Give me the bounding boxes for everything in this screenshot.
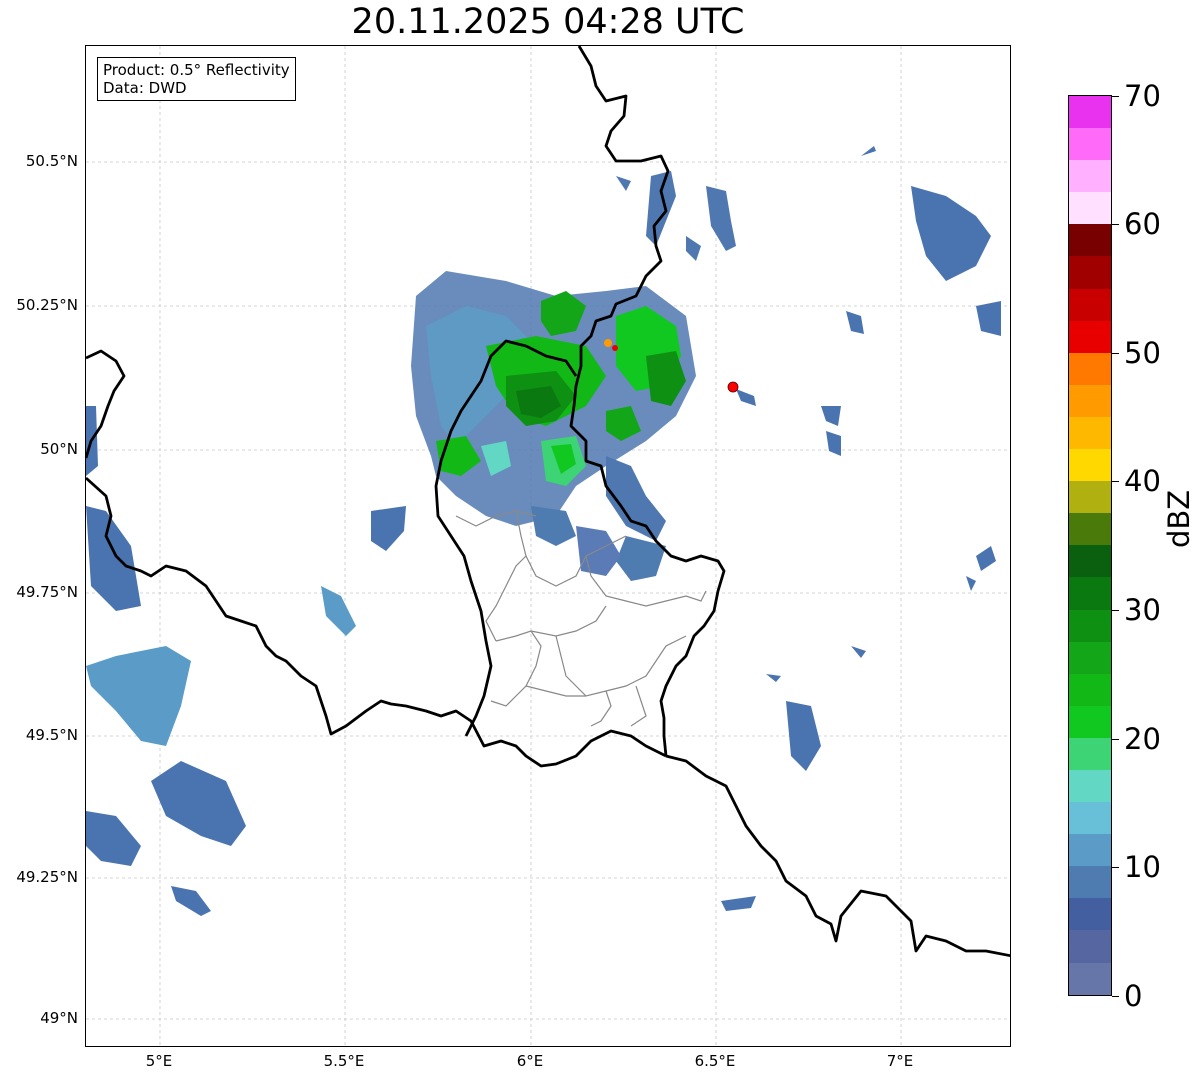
colorbar-tick bbox=[1112, 610, 1119, 611]
colorbar-segment bbox=[1069, 705, 1111, 738]
product-info-box: Product: 0.5° Reflectivity Data: DWD bbox=[97, 57, 296, 101]
colorbar-segment bbox=[1069, 128, 1111, 161]
colorbar-segment bbox=[1069, 930, 1111, 963]
colorbar-segment bbox=[1069, 673, 1111, 706]
x-tick-label: 6.5°E bbox=[694, 1052, 736, 1070]
colorbar-segment bbox=[1069, 416, 1111, 450]
y-tick-label: 49.75°N bbox=[16, 583, 78, 601]
colorbar-segment bbox=[1069, 577, 1111, 610]
colorbar-segment bbox=[1069, 224, 1111, 257]
colorbar-segment bbox=[1069, 192, 1111, 225]
colorbar-segment bbox=[1069, 962, 1111, 995]
x-tick-label: 5°E bbox=[145, 1052, 173, 1070]
colorbar-tick bbox=[1112, 224, 1119, 225]
colorbar-segment bbox=[1069, 737, 1111, 770]
colorbar-segment bbox=[1069, 834, 1111, 867]
colorbar-tick bbox=[1112, 739, 1119, 740]
radar-site-marker bbox=[727, 381, 739, 393]
map-canvas bbox=[86, 46, 1010, 1046]
colorbar-tick-label: 30 bbox=[1124, 593, 1161, 627]
echo-north bbox=[616, 171, 736, 261]
colorbar-tick-label: 20 bbox=[1124, 722, 1161, 756]
colorbar-tick-label: 0 bbox=[1124, 979, 1143, 1013]
y-tick-label: 50.5°N bbox=[25, 152, 78, 170]
map-title: 20.11.2025 04:28 UTC bbox=[351, 2, 745, 42]
colorbar-tick-label: 10 bbox=[1124, 850, 1161, 884]
colorbar-segment bbox=[1069, 513, 1111, 546]
echo-east bbox=[721, 146, 1001, 911]
colorbar-segment bbox=[1069, 320, 1111, 353]
colorbar-segment bbox=[1069, 256, 1111, 289]
colorbar-segment bbox=[1069, 384, 1111, 417]
y-tick-label: 49°N bbox=[40, 1009, 78, 1027]
colorbar-segment bbox=[1069, 866, 1111, 899]
colorbar-tick bbox=[1112, 481, 1119, 482]
colorbar-segment bbox=[1069, 352, 1111, 385]
colorbar-segment bbox=[1069, 288, 1111, 321]
colorbar-tick-label: 50 bbox=[1124, 336, 1161, 370]
colorbar-segment bbox=[1069, 160, 1111, 193]
colorbar-tick bbox=[1112, 996, 1119, 997]
radar-echoes bbox=[86, 146, 1001, 916]
echo-west bbox=[86, 406, 406, 916]
colorbar-segment bbox=[1069, 481, 1111, 514]
y-tick-label: 50.25°N bbox=[16, 296, 78, 314]
colorbar-segment bbox=[1069, 898, 1111, 931]
radar-map[interactable] bbox=[85, 45, 1011, 1047]
colorbar-segment bbox=[1069, 449, 1111, 482]
colorbar-segment bbox=[1069, 96, 1111, 129]
colorbar-segment bbox=[1069, 609, 1111, 642]
colorbar-tick bbox=[1112, 867, 1119, 868]
colorbar-tick-label: 70 bbox=[1124, 79, 1161, 113]
colorbar-unit-label: dBZ bbox=[1162, 489, 1196, 548]
y-tick-label: 50°N bbox=[40, 440, 78, 458]
colorbar-tick-label: 60 bbox=[1124, 207, 1161, 241]
x-tick-label: 7°E bbox=[886, 1052, 914, 1070]
data-source-label: Data: DWD bbox=[103, 79, 187, 97]
colorbar-tick bbox=[1112, 96, 1119, 97]
x-tick-label: 6°E bbox=[516, 1052, 544, 1070]
colorbar-segment bbox=[1069, 769, 1111, 803]
y-tick-label: 49.25°N bbox=[16, 868, 78, 886]
colorbar bbox=[1068, 95, 1112, 996]
colorbar-tick-label: 40 bbox=[1124, 464, 1161, 498]
colorbar-tick bbox=[1112, 353, 1119, 354]
colorbar-segment bbox=[1069, 802, 1111, 835]
colorbar-segment bbox=[1069, 545, 1111, 578]
graticule bbox=[86, 46, 1010, 1046]
colorbar-segment bbox=[1069, 641, 1111, 674]
x-tick-label: 5.5°E bbox=[323, 1052, 365, 1070]
y-tick-label: 49.5°N bbox=[25, 726, 78, 744]
product-label: Product: 0.5° Reflectivity bbox=[103, 61, 290, 79]
